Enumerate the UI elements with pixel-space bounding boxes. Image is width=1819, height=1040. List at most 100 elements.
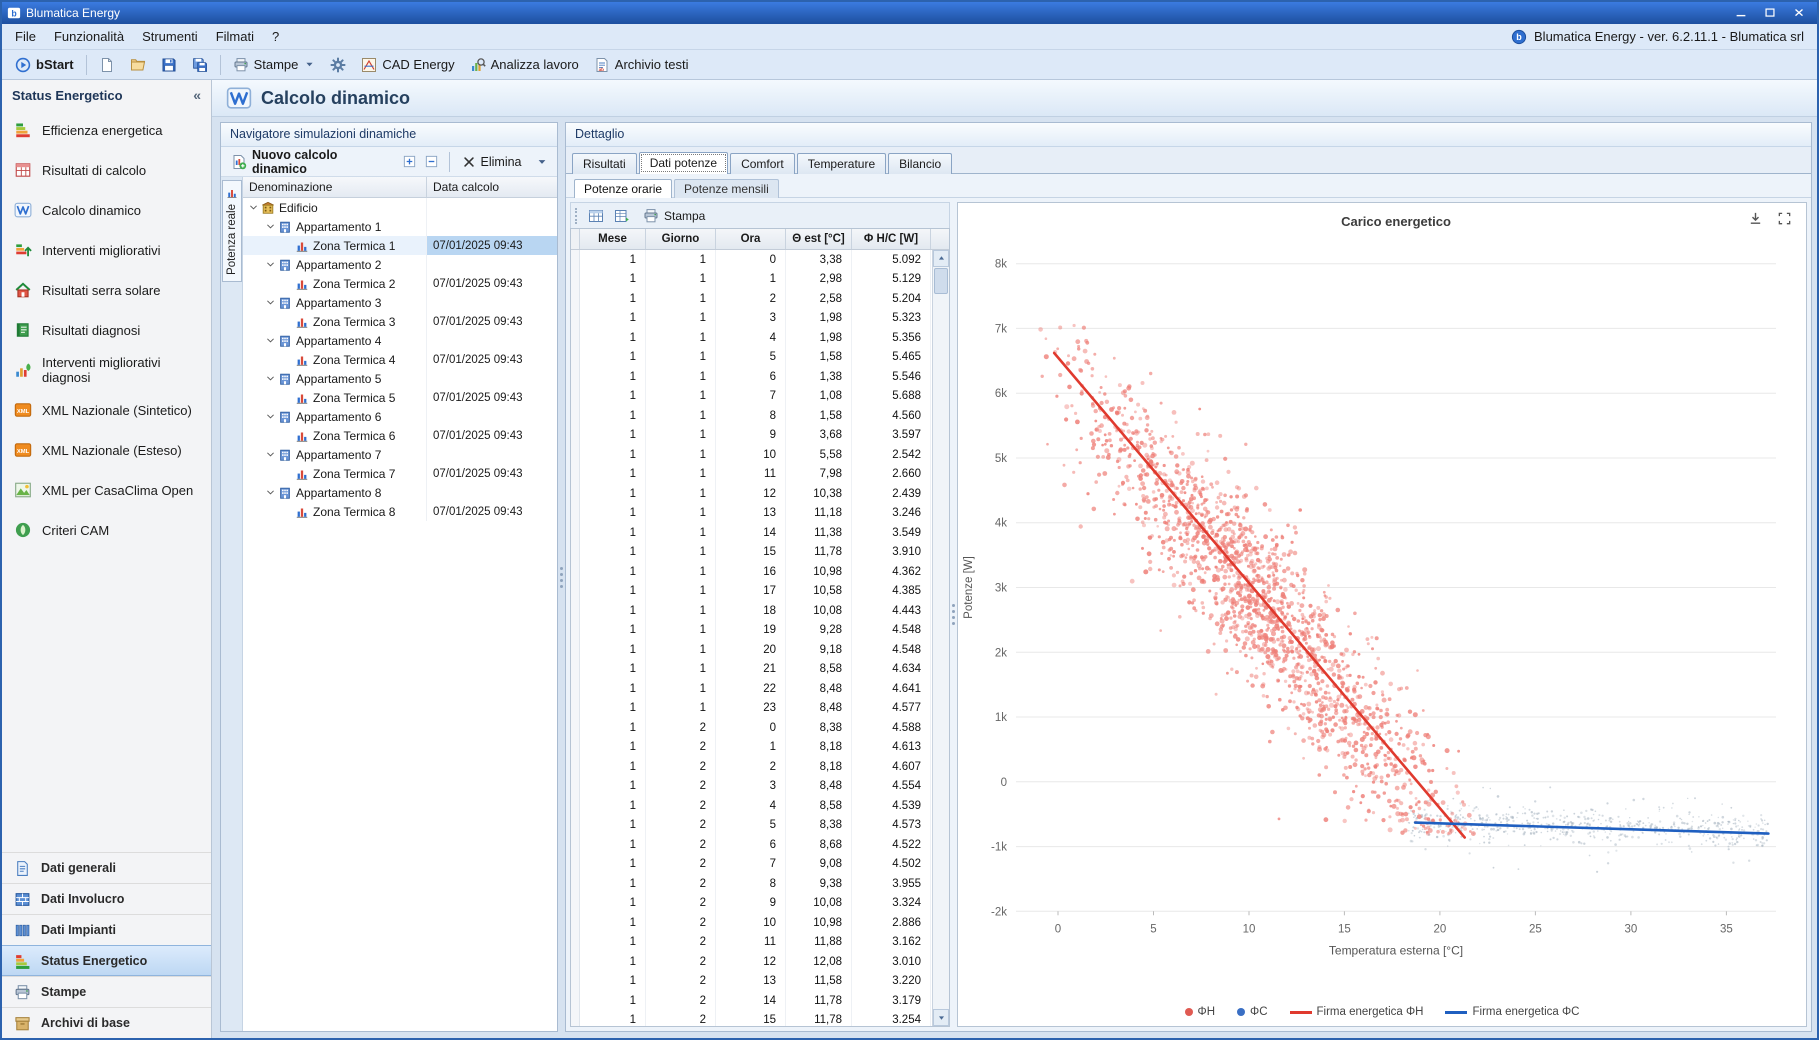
tree-row-zona-termica-2[interactable]: Zona Termica 207/01/2025 09:43: [243, 274, 557, 293]
download-chart-icon[interactable]: [1748, 211, 1763, 226]
table-row[interactable]: 111311,183.246: [571, 504, 932, 524]
sidebar-item-dati-involucro[interactable]: Dati Involucro: [2, 883, 211, 914]
sidebar-item-efficienza-energetica[interactable]: Efficienza energetica: [2, 110, 211, 150]
table-row[interactable]: 111610,984.362: [571, 562, 932, 582]
table-row[interactable]: 11209,184.548: [571, 640, 932, 660]
table-row[interactable]: 1193,683.597: [571, 426, 932, 446]
chevron-down-icon[interactable]: [264, 297, 277, 308]
tree-row-zona-termica-6[interactable]: Zona Termica 607/01/2025 09:43: [243, 426, 557, 445]
legend-firma-energetica-h[interactable]: Firma energetica ΦH: [1290, 1006, 1424, 1018]
sidebar-item-interventi-migliorativi[interactable]: Interventi migliorativi: [2, 230, 211, 270]
new-document-button[interactable]: [92, 54, 122, 76]
chevron-down-icon[interactable]: [264, 335, 277, 346]
scroll-up-button[interactable]: [933, 250, 949, 267]
save-button[interactable]: [154, 54, 184, 76]
table-row[interactable]: 1258,384.573: [571, 816, 932, 836]
chevron-down-icon[interactable]: [247, 202, 260, 213]
tree-row-appartamento-7[interactable]: Appartamento 7: [243, 445, 557, 464]
table-row[interactable]: 11199,284.548: [571, 621, 932, 641]
table-row[interactable]: 1171,085.688: [571, 387, 932, 407]
table-row[interactable]: 12910,083.324: [571, 894, 932, 914]
settings-button[interactable]: [323, 54, 353, 76]
tab-dati-potenze[interactable]: Dati potenze: [639, 152, 728, 174]
table-row[interactable]: 11105,582.542: [571, 445, 932, 465]
sidebar-item-risultati-serra-solare[interactable]: Risultati serra solare: [2, 270, 211, 310]
table-row[interactable]: 1122,585.204: [571, 289, 932, 309]
scrollbar-thumb[interactable]: [934, 268, 948, 294]
tree-row-appartamento-6[interactable]: Appartamento 6: [243, 407, 557, 426]
table-row[interactable]: 11228,484.641: [571, 679, 932, 699]
grid-chart-splitter[interactable]: [950, 202, 957, 1027]
table-row[interactable]: 1218,184.613: [571, 738, 932, 758]
table-row[interactable]: 1181,584.560: [571, 406, 932, 426]
expand-all-button[interactable]: [400, 152, 419, 172]
elimina-button[interactable]: Elimina: [457, 153, 527, 171]
tree-row-appartamento-4[interactable]: Appartamento 4: [243, 331, 557, 350]
tree-row-zona-termica-4[interactable]: Zona Termica 407/01/2025 09:43: [243, 350, 557, 369]
column-denominazione[interactable]: Denominazione: [243, 177, 427, 197]
sidebar-item-xml-per-casaclima-open[interactable]: XML per CasaClima Open: [2, 470, 211, 510]
tab-comfort[interactable]: Comfort: [730, 153, 795, 174]
table-row[interactable]: 121010,982.886: [571, 913, 932, 933]
table-row[interactable]: 1208,384.588: [571, 718, 932, 738]
toolbar-grip[interactable]: [575, 208, 579, 224]
table-row[interactable]: 121311,583.220: [571, 972, 932, 992]
tree-row-appartamento-2[interactable]: Appartamento 2: [243, 255, 557, 274]
tree-row-zona-termica-8[interactable]: Zona Termica 807/01/2025 09:43: [243, 502, 557, 521]
tab-potenza-reale[interactable]: Potenza reale: [222, 180, 242, 282]
legend-firma-energetica-c[interactable]: Firma energetica ΦC: [1445, 1006, 1579, 1018]
table-row[interactable]: 111511,783.910: [571, 543, 932, 563]
table-row[interactable]: 111810,084.443: [571, 601, 932, 621]
table-row[interactable]: 1103,385.092: [571, 250, 932, 270]
sidebar-item-interventi-migliorativi-diagnosi[interactable]: Interventi migliorativi diagnosi: [2, 350, 211, 390]
table-row[interactable]: 1268,684.522: [571, 835, 932, 855]
sidebar-item-status-energetico[interactable]: Status Energetico: [2, 945, 211, 976]
navigator-dropdown-button[interactable]: [533, 152, 552, 172]
tree-row-appartamento-1[interactable]: Appartamento 1: [243, 217, 557, 236]
subtab-potenze-mensili[interactable]: Potenze mensili: [674, 179, 779, 198]
table-row[interactable]: 1131,985.323: [571, 309, 932, 329]
menu-item[interactable]: ?: [263, 25, 288, 49]
sidebar-item-risultati-di-calcolo[interactable]: Risultati di calcolo: [2, 150, 211, 190]
fullscreen-chart-icon[interactable]: [1777, 211, 1792, 226]
panel-splitter[interactable]: [558, 122, 565, 1032]
table-row[interactable]: 1228,184.607: [571, 757, 932, 777]
sidebar-item-dati-impianti[interactable]: Dati Impianti: [2, 914, 211, 945]
column-ora[interactable]: Ora: [716, 229, 786, 249]
table-row[interactable]: 11238,484.577: [571, 699, 932, 719]
table-row[interactable]: 111411,383.549: [571, 523, 932, 543]
chevron-down-icon[interactable]: [264, 373, 277, 384]
tree-row-zona-termica-3[interactable]: Zona Termica 307/01/2025 09:43: [243, 312, 557, 331]
open-button[interactable]: [123, 54, 153, 76]
archivio-testi-button[interactable]: abArchivio testi: [587, 54, 696, 76]
stampa-button[interactable]: Stampa: [637, 206, 711, 226]
tree-row-edificio[interactable]: Edificio: [243, 198, 557, 217]
column-giorno[interactable]: Giorno: [646, 229, 716, 249]
tab-bilancio[interactable]: Bilancio: [888, 153, 952, 174]
collapse-sidebar-button[interactable]: «: [193, 87, 201, 103]
tree-row-zona-termica-1[interactable]: Zona Termica 107/01/2025 09:43: [243, 236, 557, 255]
table-row[interactable]: 121212,083.010: [571, 952, 932, 972]
sidebar-item-archivi-di-base[interactable]: Archivi di base: [2, 1007, 211, 1038]
chevron-down-icon[interactable]: [264, 487, 277, 498]
sidebar-item-xml-nazionale-esteso[interactable]: XMLXML Nazionale (Esteso): [2, 430, 211, 470]
column-mese[interactable]: Mese: [580, 229, 646, 249]
grid-scrollbar[interactable]: [932, 250, 949, 1026]
close-button[interactable]: [1786, 5, 1812, 22]
sidebar-item-stampe[interactable]: Stampe: [2, 976, 211, 1007]
column-h-c-w[interactable]: Φ H/C [W]: [852, 229, 931, 249]
chevron-down-icon[interactable]: [264, 411, 277, 422]
nuovo-calcolo-dinamico-button[interactable]: Nuovo calcolo dinamico: [226, 146, 397, 178]
scroll-down-button[interactable]: [933, 1009, 949, 1026]
tree-row-zona-termica-5[interactable]: Zona Termica 507/01/2025 09:43: [243, 388, 557, 407]
menu-funzionalita[interactable]: Funzionalità: [45, 25, 133, 49]
table-row[interactable]: 121411,783.179: [571, 991, 932, 1011]
sidebar-item-calcolo-dinamico[interactable]: Calcolo dinamico: [2, 190, 211, 230]
table-row[interactable]: 1112,985.129: [571, 270, 932, 290]
subtab-potenze-orarie[interactable]: Potenze orarie: [574, 179, 672, 198]
column-est-c[interactable]: Θ est [°C]: [786, 229, 852, 249]
sidebar-item-risultati-diagnosi[interactable]: Risultati diagnosi: [2, 310, 211, 350]
minimize-button[interactable]: [1728, 5, 1754, 22]
column-data-calcolo[interactable]: Data calcolo: [427, 177, 557, 197]
table-row[interactable]: 1248,584.539: [571, 796, 932, 816]
